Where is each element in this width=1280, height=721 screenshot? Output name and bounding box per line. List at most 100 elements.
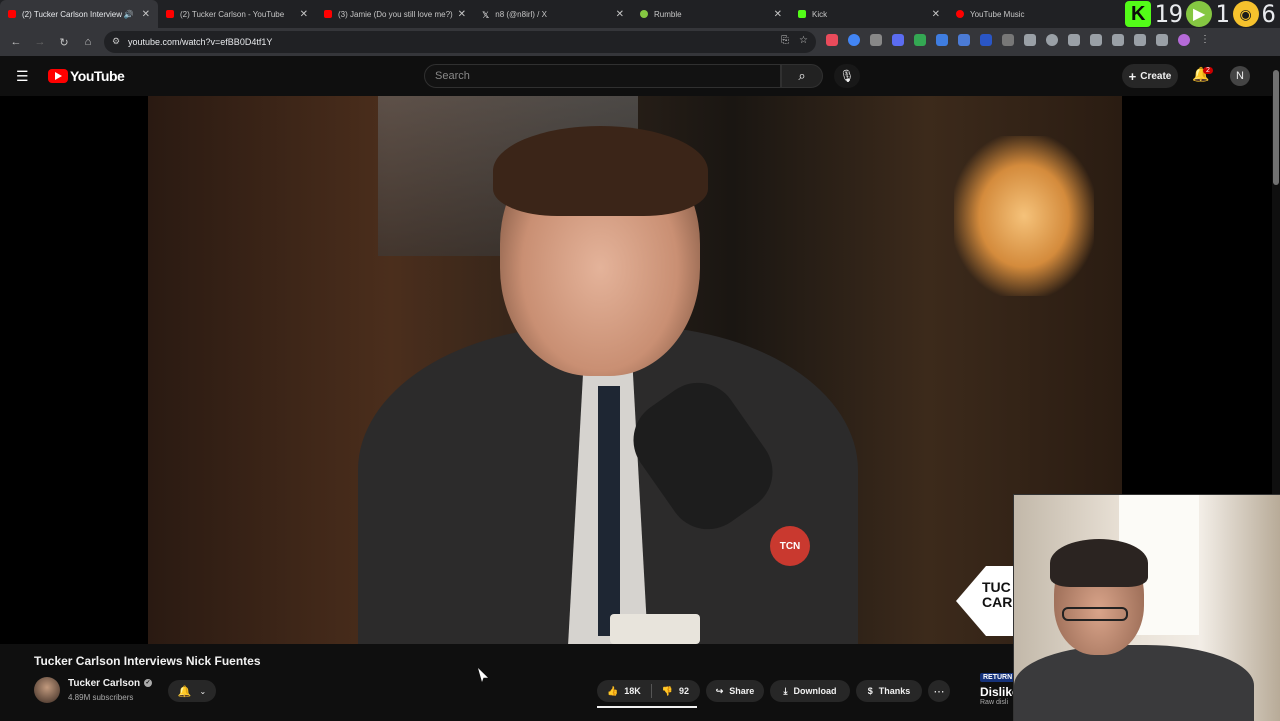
plus-icon: + (1128, 68, 1137, 84)
notification-bell-icon: 🔔 (177, 685, 192, 698)
x-favicon-icon: 𝕏 (482, 10, 490, 20)
hamburger-menu-icon[interactable]: ☰ (16, 68, 29, 85)
reading-list-icon[interactable] (1112, 34, 1124, 46)
mouse-cursor-icon (478, 668, 488, 682)
extension-icon[interactable] (936, 34, 948, 46)
history-icon[interactable] (1046, 34, 1058, 46)
tab-close-icon[interactable]: ✕ (142, 9, 150, 20)
speaker-hair (493, 126, 708, 216)
tab-tucker-youtube[interactable]: (2) Tucker Carlson - YouTube ✕ (158, 0, 316, 28)
vr-headset-icon[interactable]: ◉ (1232, 1, 1259, 27)
speaker-icon[interactable]: 🔊 (124, 10, 134, 19)
download-button[interactable]: ⤓ Download (770, 680, 850, 702)
extension-icon[interactable] (980, 34, 992, 46)
like-button[interactable]: 👍 18K (597, 686, 651, 697)
search-button[interactable]: ⌕ (781, 64, 823, 88)
site-info-icon[interactable]: ⚙ (112, 36, 120, 47)
thumbs-up-icon: 👍 (607, 685, 619, 696)
tab-title: n8 (@n8irl) / X (495, 9, 547, 19)
extension-icon[interactable] (1068, 34, 1080, 46)
forward-icon[interactable]: → (28, 36, 52, 48)
speaker-tie (598, 386, 620, 636)
tab-close-icon[interactable]: ✕ (932, 9, 940, 20)
back-icon[interactable]: ← (4, 36, 28, 48)
extension-icon[interactable] (848, 34, 860, 46)
reload-icon[interactable]: ↻ (52, 36, 76, 49)
tab-close-icon[interactable]: ✕ (616, 9, 624, 20)
browser-toolbar: ← → ↻ ⌂ ⚙ youtube.com/watch?v=efBB0D4tf1… (0, 28, 1280, 56)
tab-tucker-interview[interactable]: (2) Tucker Carlson Interview 🔊 ✕ (0, 0, 158, 28)
microphone-icon: 🎙 (839, 69, 855, 83)
like-dislike-bar: 👍 18K 👎 92 (597, 680, 700, 702)
share-icon: ↪ (715, 685, 724, 696)
extensions-puzzle-icon[interactable] (1024, 34, 1036, 46)
channel-watermark: TUC CAR (956, 566, 1016, 636)
verified-icon: ✓ (144, 679, 153, 688)
profile-icon[interactable] (1178, 34, 1190, 46)
share-button[interactable]: ↪ Share (706, 680, 764, 702)
tab-close-icon[interactable]: ✕ (458, 9, 466, 20)
tab-kick[interactable]: Kick ✕ (790, 0, 948, 28)
rumble-logo-icon[interactable]: ▶ (1186, 1, 1213, 27)
thanks-button[interactable]: $ Thanks (856, 680, 922, 702)
media-icon[interactable] (1156, 34, 1168, 46)
channel-name-text: Tucker Carlson (68, 678, 141, 689)
tab-title: Rumble (654, 9, 682, 19)
tab-rumble[interactable]: Rumble ✕ (632, 0, 790, 28)
browser-tab-strip: (2) Tucker Carlson Interview 🔊 ✕ (2) Tuc… (0, 0, 1280, 28)
more-actions-button[interactable]: ⋯ (928, 680, 950, 702)
channel-name[interactable]: Tucker Carlson ✓ (68, 678, 153, 689)
mic-badge: TCN (770, 526, 810, 566)
youtube-logo[interactable]: YouTube (48, 68, 125, 84)
kick-logo-icon[interactable]: K (1125, 1, 1152, 27)
kick-favicon-icon (798, 10, 806, 18)
extension-icon[interactable] (870, 34, 882, 46)
devtools-icon[interactable] (1090, 34, 1102, 46)
install-app-icon[interactable]: ⎘ (781, 35, 789, 46)
extension-icon[interactable] (914, 34, 926, 46)
notification-count-badge: 2 (1203, 67, 1213, 74)
extension-icon[interactable] (958, 34, 970, 46)
dislike-button[interactable]: 👎 92 (652, 686, 699, 697)
tab-title: YouTube Music (970, 9, 1025, 19)
tab-jamie[interactable]: (3) Jamie (Do you still love me?) ✕ (316, 0, 474, 28)
rumble-favicon-icon (640, 10, 648, 18)
streamer-hair (1050, 539, 1148, 587)
tab-x-n8[interactable]: 𝕏 n8 (@n8irl) / X ✕ (474, 0, 632, 28)
tab-close-icon[interactable]: ✕ (300, 9, 308, 20)
voice-search-button[interactable]: 🎙 (834, 64, 860, 88)
channel-avatar[interactable] (34, 677, 60, 703)
tab-youtube-music[interactable]: YouTube Music (948, 0, 1106, 28)
side-panel-icon[interactable] (1134, 34, 1146, 46)
coffee-cup (610, 614, 700, 644)
thanks-icon: $ (867, 686, 873, 696)
youtube-play-icon (48, 69, 68, 83)
download-icon: ⤓ (783, 685, 788, 696)
rumble-viewer-count: 1 (1215, 0, 1230, 28)
share-label: Share (729, 686, 755, 696)
extension-icon[interactable] (892, 34, 904, 46)
home-icon[interactable]: ⌂ (76, 36, 100, 48)
background-lamp (954, 136, 1094, 296)
bookmark-star-icon[interactable]: ☆ (799, 35, 808, 46)
streamer-glasses (1062, 607, 1128, 621)
create-button[interactable]: + Create (1122, 64, 1178, 88)
search-input[interactable]: Search (424, 64, 781, 88)
extension-icon[interactable] (826, 34, 838, 46)
address-bar[interactable]: ⚙ youtube.com/watch?v=efBB0D4tf1Y ⎘ ☆ (104, 31, 816, 53)
youtube-music-favicon-icon (956, 10, 964, 18)
account-avatar[interactable]: N (1230, 66, 1250, 86)
kebab-menu-icon[interactable]: ⋮ (1200, 34, 1210, 46)
more-horiz-icon: ⋯ (933, 685, 945, 698)
like-ratio-bar (597, 706, 697, 708)
extension-icon[interactable] (1002, 34, 1014, 46)
youtube-logo-text: YouTube (70, 68, 125, 84)
like-count: 18K (624, 686, 641, 696)
tab-title: Kick (812, 9, 828, 19)
youtube-favicon-icon (8, 10, 16, 18)
tab-close-icon[interactable]: ✕ (774, 9, 782, 20)
scrollbar-thumb[interactable] (1273, 70, 1279, 185)
live-counters: K 19 ▶ 1 ◉ 6 (1125, 0, 1280, 28)
subscription-notify-button[interactable]: 🔔 ⌄ (168, 680, 216, 702)
watermark-line2: CAR (982, 594, 1013, 610)
